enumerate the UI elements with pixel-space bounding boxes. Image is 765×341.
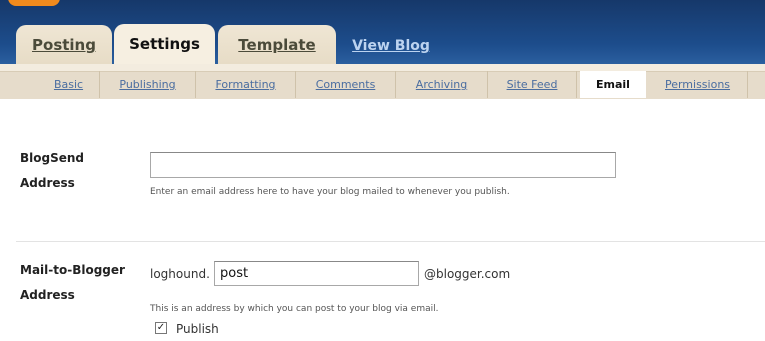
subnav-item-email[interactable]: Email [580,71,646,98]
check-icon: ✓ [156,322,166,333]
tab-view-blog-label: View Blog [352,38,430,54]
tab-settings[interactable]: Settings [114,24,215,64]
subnav-item-formatting[interactable]: Formatting [196,71,296,98]
subnav-item-comments[interactable]: Comments [296,71,396,98]
blogsend-label-line1: BlogSend [20,151,85,165]
tab-posting[interactable]: Posting [16,25,112,64]
logo-corner [8,0,60,6]
subnav-item-permissions[interactable]: Permissions [648,71,748,98]
tab-settings-label: Settings [129,35,200,53]
blogsend-address-input[interactable] [150,152,616,178]
subnav-item-site-feed[interactable]: Site Feed [488,71,577,98]
tab-template[interactable]: Template [218,25,336,64]
blogsend-hint: Enter an email address here to have your… [150,187,510,197]
mail-to-blogger-input[interactable] [214,261,419,286]
tab-view-blog[interactable]: View Blog [348,25,434,64]
subnav-item-basic[interactable]: Basic [38,71,100,98]
publish-label: Publish [176,322,219,336]
publish-checkbox[interactable]: ✓ [155,322,167,334]
tab-template-label: Template [238,36,316,54]
mail-to-blogger-hint: This is an address by which you can post… [150,304,439,314]
mail-prefix: loghound. [150,267,210,281]
tab-posting-label: Posting [32,36,96,54]
subnav-item-publishing[interactable]: Publishing [100,71,196,98]
section-divider [16,241,765,242]
subnav-item-archiving[interactable]: Archiving [396,71,488,98]
mail-suffix: @blogger.com [424,267,511,281]
blogsend-label-line2: Address [20,176,75,190]
mail-to-blogger-label-line2: Address [20,288,75,302]
mail-to-blogger-label-line1: Mail-to-Blogger [20,263,125,277]
